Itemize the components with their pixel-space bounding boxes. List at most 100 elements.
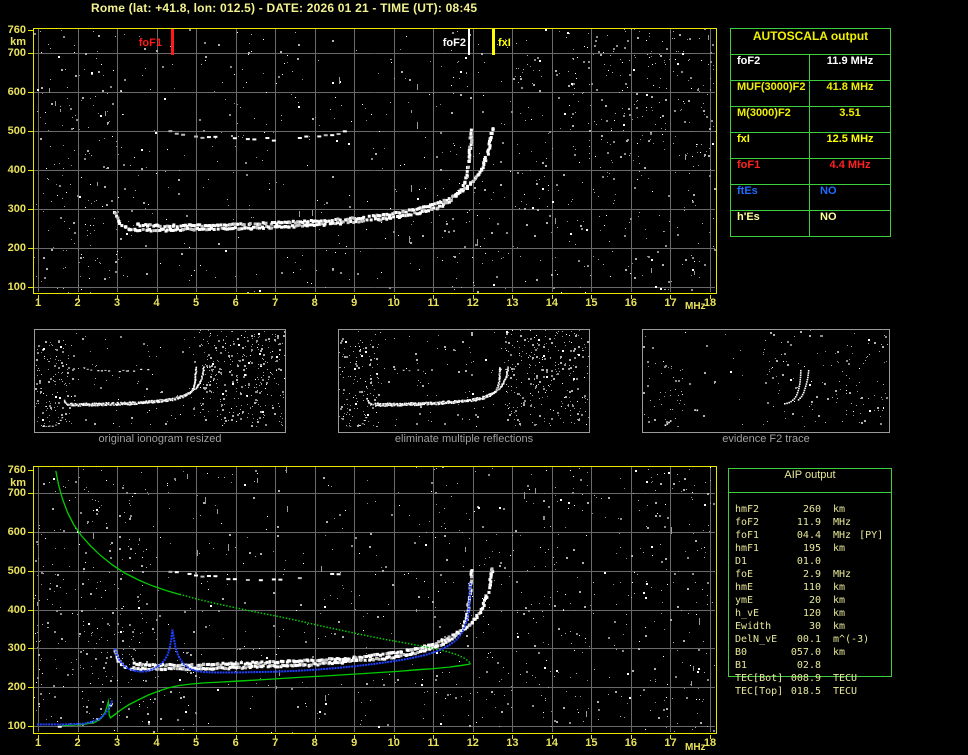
y-axis-tick-label: 700 [7,47,26,60]
y-axis-tick-label: 600 [7,86,26,99]
autoscala-param-label: ftEs [731,185,810,210]
thumbnail-filtered-ionogram [338,329,590,433]
aip-param-value: 00.1 [796,634,821,645]
thumbnail-caption-f2: evidence F2 trace [722,433,810,445]
aip-row: foE 2.9 MHz [735,569,859,582]
x-axis-tick-label: 6 [232,297,239,309]
autoscala-row: M(3000)F2 3.51 [731,107,890,133]
x-axis-tick-label: 2 [74,737,81,749]
y-axis-tick-label: 760 [7,24,26,36]
autoscala-param-value: NO [820,211,837,223]
aip-param-label: foF2 [735,517,760,528]
autoscala-row: ftEs NO [731,185,890,211]
autoscala-param-value: 41.8 MHz [826,81,874,93]
aip-param-value: 11.9 [796,517,821,528]
aip-param-unit: MHz [833,530,852,541]
autoscala-row: foF2 11.9 MHz [731,55,890,81]
x-axis-tick-label: 13 [506,297,519,309]
x-axis-tick-label: 12 [466,297,479,309]
y-axis-tick-label: 600 [7,526,26,539]
x-axis-tick-label: 16 [624,737,638,749]
foF1-marker-label: foF1 [138,37,162,49]
aip-param-unit: TECU [833,673,858,684]
aip-row: hmF1 195 km [735,543,853,556]
x-axis-tick-label: 14 [545,737,558,749]
autoscala-output-panel: AUTOSCALA output foF2 11.9 MHz MUF(3000)F2… [730,28,891,237]
x-axis-tick-label: 10 [387,737,400,749]
aip-param-value: 2.9 [802,569,821,580]
aip-param-label: B0 [735,647,748,658]
x-axis-tick-label: 10 [387,297,400,309]
thumbnail-original-canvas [35,330,285,427]
x-axis-tick-label: 9 [351,737,358,749]
y-axis-tick-label: 200 [7,242,26,255]
aip-param-value: 02.8 [796,660,821,671]
y-axis-tick-label: 300 [7,642,26,655]
x-axis-tick-label: 17 [664,297,677,309]
aip-param-unit: km [833,595,846,606]
x-axis-tick-label: 2 [74,297,81,309]
ionogram-canvas-bottom [27,466,717,740]
x-axis-tick-label: 7 [272,737,279,749]
aip-param-value: 057.0 [790,647,821,658]
aip-param-unit: km [833,504,846,515]
aip-param-label: Ewidth [735,621,772,632]
aip-param-label: foF1 [735,530,760,541]
autoscala-param-value: NO [820,185,837,197]
aip-row: ymE 20 km [735,595,853,608]
x-axis-tick-label: 6 [232,737,239,749]
thumbnail-caption-original: original ionogram resized [98,433,222,445]
aip-row: Ewidth 30 km [735,621,853,634]
foF2-marker-label: foF2 [442,37,466,49]
aip-param-note: [PY] [859,530,884,541]
aip-row: TEC[Bot] 008.9 TECU [735,673,865,686]
x-axis-tick-label: 17 [664,737,677,749]
y-axis-tick-label: 760 [7,464,26,476]
autoscala-param-label: M(3000)F2 [731,107,810,132]
autoscala-row: foF1 4.4 MHz [731,159,890,185]
autoscala-header: AUTOSCALA output [731,29,890,55]
aip-param-unit: km [833,647,846,658]
x-axis-tick-label: 12 [466,737,479,749]
x-axis-tick-label: 16 [624,297,638,309]
aip-param-label: hmF1 [735,543,760,554]
autoscala-row: h'Es NO [731,211,890,236]
x-axis-tick-label: 8 [311,737,318,749]
x-axis-tick-label: 5 [193,737,200,749]
x-axis-tick-label: 1 [34,737,42,749]
aip-param-unit: MHz [833,517,852,528]
autoscala-row: fxI 12.5 MHz [731,133,890,159]
ionogram-canvas-top [27,28,717,300]
aip-param-value: 04.4 [796,530,821,541]
thumbnail-caption-filtered: eliminate multiple reflections [394,433,534,445]
aip-param-label: DelN_vE [735,634,778,645]
aip-param-unit: MHz [833,569,852,580]
autoscala-param-label: foF2 [731,55,810,80]
x-axis-tick-label: 14 [545,297,558,309]
aip-param-value: 110 [802,582,821,593]
x-axis-tick-label: 8 [311,297,318,309]
y-axis-tick-label: 100 [7,281,26,293]
y-axis-tick-label: 500 [7,125,26,138]
station-title: Rome (lat: +41.8, lon: 012.5) - DATE: 20… [91,1,478,15]
aip-row: TEC[Top] 018.5 TECU [735,686,865,699]
autoscala-param-label: h'Es [731,211,810,236]
aip-row: foF1 04.4 MHz [PY] [735,530,883,543]
x-axis-tick-label: 7 [272,297,279,309]
aip-param-unit: km [833,608,846,619]
y-axis-tick-label: 300 [7,203,26,216]
x-axis-tick-label: 11 [427,737,440,749]
x-axis-tick-label: 11 [427,297,440,309]
x-axis-tick-label: 3 [113,737,121,749]
y-axis-tick-label: 700 [7,487,26,500]
aip-param-label: hmF2 [735,504,760,515]
aip-param-value: 018.5 [790,686,821,697]
aip-param-label: hmE [735,582,754,593]
aip-param-label: foE [735,569,754,580]
aip-param-unit: TECU [833,686,858,697]
autoscala-row: MUF(3000)F2 41.8 MHz [731,81,890,107]
aip-param-value: 30 [808,621,821,632]
aip-param-label: ymE [735,595,754,606]
autoscala-param-label: foF1 [731,159,810,184]
x-axis-tick-label: 4 [153,737,160,749]
